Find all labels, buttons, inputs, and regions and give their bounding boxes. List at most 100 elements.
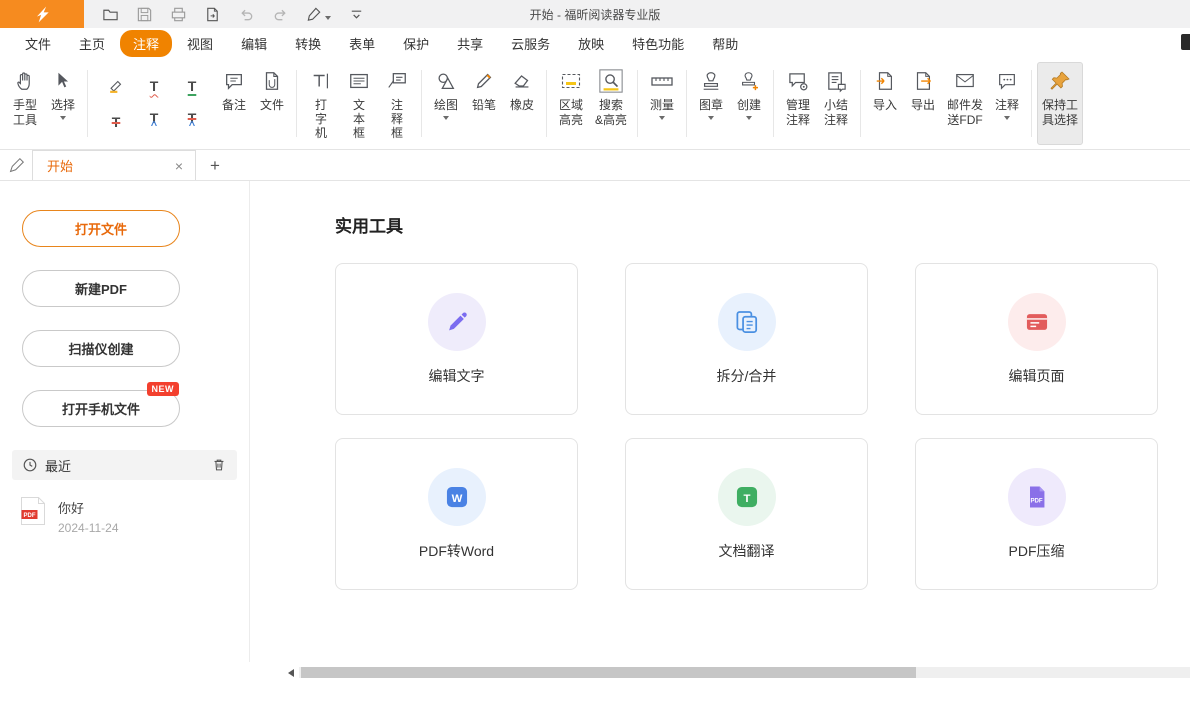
card-pdf-to-word[interactable]: W PDF转Word [335,438,578,590]
menu-features[interactable]: 特色功能 [619,30,697,57]
pencil-icon [473,67,495,95]
card-edit-pages[interactable]: 编辑页面 [915,263,1158,415]
typewriter-button[interactable]: 打字机 [302,62,340,145]
search-highlight-button[interactable]: 搜索&高亮 [590,62,632,145]
svg-text:PDF: PDF [24,513,36,519]
customize-toolbar-icon[interactable] [346,4,366,24]
titlebar: 开始 - 福昕阅读器专业版 [0,0,1190,28]
card-edit-text[interactable]: 编辑文字 [335,263,578,415]
squiggly-underline-tool[interactable]: T [139,71,169,101]
menu-help[interactable]: 帮助 [699,30,751,57]
email-fdf-button[interactable]: 邮件发送FDF [942,62,988,145]
print-icon[interactable] [168,4,188,24]
close-tab-icon[interactable]: × [173,158,185,174]
sidebar: 打开文件 新建PDF 扫描仪创建 打开手机文件 NEW 最近 PDF [0,181,250,662]
recent-file-item[interactable]: PDF 你好 2024-11-24 [20,496,249,535]
scrollbar-thumb[interactable] [301,667,916,678]
new-tab-button[interactable]: + [210,157,220,174]
foxit-logo-icon [32,4,52,24]
attach-file-button[interactable]: 文件 [253,62,291,145]
textbox-button[interactable]: 文本框 [340,62,378,145]
scroll-left-button[interactable] [283,665,299,680]
scrollbar-track[interactable] [299,667,1190,678]
shapes-icon [435,67,457,95]
clear-recent-trash-icon[interactable] [211,457,227,473]
group-separator [860,70,861,137]
menu-form[interactable]: 表单 [336,30,388,57]
group-separator [686,70,687,137]
import-comments-button[interactable]: 导入 [866,62,904,145]
replace-text-tool[interactable]: T^ [177,107,207,137]
manage-comments-button[interactable]: 管理注释 [779,62,817,145]
stamp-button[interactable]: 图章 [692,62,730,145]
menu-home[interactable]: 主页 [66,30,118,57]
split-merge-icon [718,293,776,351]
annotate-pen-icon[interactable] [0,157,32,174]
chevron-down-icon [659,116,665,120]
note-comment-button[interactable]: 备注 [215,62,253,145]
group-separator [546,70,547,137]
open-file-button[interactable]: 打开文件 [22,210,180,247]
highlight-tool[interactable] [101,71,131,101]
envelope-icon [954,67,976,95]
account-icon-fragment[interactable] [1181,34,1190,50]
menu-comment[interactable]: 注释 [120,30,172,57]
section-title: 实用工具 [335,212,1190,237]
comment-settings-icon [996,67,1018,95]
document-tab-start[interactable]: 开始 × [32,150,196,180]
open-mobile-file-button[interactable]: 打开手机文件 NEW [22,390,180,427]
text-markup-group: T T T T^ T^ [101,71,207,137]
menu-protect[interactable]: 保护 [390,30,442,57]
chevron-down-icon [60,116,66,120]
card-doc-translate[interactable]: T 文档翻译 [625,438,868,590]
edit-text-icon [428,293,486,351]
callout-button[interactable]: 注释框 [378,62,416,145]
svg-text:T: T [743,492,750,504]
undo-icon[interactable] [236,4,256,24]
drawing-button[interactable]: 绘图 [427,62,465,145]
area-highlight-button[interactable]: 区域高亮 [552,62,590,145]
pdf-file-icon: PDF [20,496,46,526]
scanner-create-button[interactable]: 扫描仪创建 [22,330,180,367]
menu-file[interactable]: 文件 [12,30,64,57]
edit-pages-icon [1008,293,1066,351]
eraser-button[interactable]: 橡皮 [503,62,541,145]
card-pdf-compress[interactable]: PDF PDF压缩 [915,438,1158,590]
recent-title: 最近 [45,456,71,475]
svg-text:W: W [451,492,462,504]
menu-view[interactable]: 视图 [174,30,226,57]
pushpin-icon [1048,67,1072,95]
card-split-merge[interactable]: 拆分/合并 [625,263,868,415]
menu-slideshow[interactable]: 放映 [565,30,617,57]
area-highlight-icon [559,67,583,95]
signature-pen-icon[interactable] [304,4,332,24]
foxit-logo-button[interactable] [0,0,84,28]
export-comments-button[interactable]: 导出 [904,62,942,145]
new-pdf-button[interactable]: 新建PDF [22,270,180,307]
comments-menu-button[interactable]: 注释 [988,62,1026,145]
summarize-comments-button[interactable]: 小结注释 [817,62,855,145]
create-stamp-button[interactable]: 创建 [730,62,768,145]
underline-tool[interactable]: T [177,71,207,101]
ruler-icon [650,67,674,95]
menu-share[interactable]: 共享 [444,30,496,57]
strikeout-tool[interactable]: T [101,107,131,137]
chevron-down-icon [746,116,752,120]
measure-button[interactable]: 测量 [643,62,681,145]
menu-cloud[interactable]: 云服务 [498,30,563,57]
select-tool-button[interactable]: 选择 [44,62,82,145]
redo-icon[interactable] [270,4,290,24]
pencil-button[interactable]: 铅笔 [465,62,503,145]
open-folder-icon[interactable] [100,4,120,24]
menu-convert[interactable]: 转换 [282,30,334,57]
tool-cards-grid: 编辑文字 拆分/合并 编辑页面 W [335,263,1190,590]
foxit-reader-window: 开始 - 福昕阅读器专业版 文件 主页 注释 视图 编辑 转换 表单 保护 共享… [0,0,1190,710]
save-icon[interactable] [134,4,154,24]
keep-tool-selected-button[interactable]: 保持工具选择 [1037,62,1083,145]
menu-edit[interactable]: 编辑 [228,30,280,57]
eraser-icon [511,67,533,95]
hand-tool-button[interactable]: 手型工具 [6,62,44,145]
textbox-icon [348,67,370,95]
export-document-icon[interactable] [202,4,222,24]
insert-text-tool[interactable]: T^ [139,107,169,137]
